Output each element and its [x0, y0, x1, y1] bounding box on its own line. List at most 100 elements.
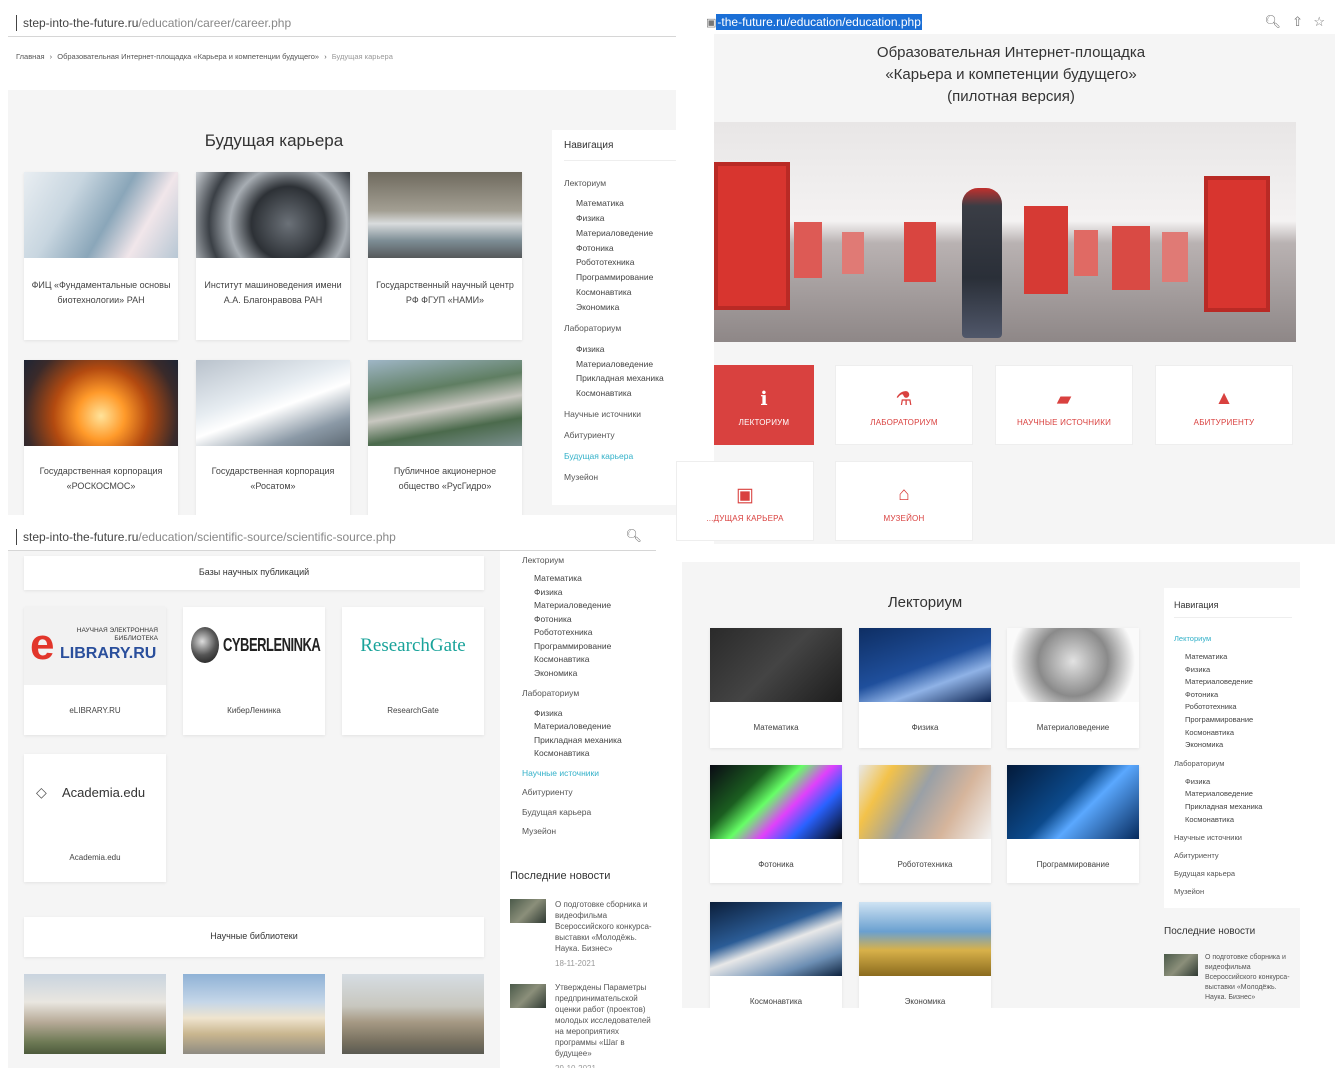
nav-item[interactable]: Абитуриенту [522, 787, 573, 797]
nav-item[interactable]: Математика [534, 573, 582, 583]
tile-future-career[interactable]: ▣ ...ДУЩАЯ КАРЬЕРА [676, 461, 814, 541]
career-card[interactable]: Институт машиноведения имени А.А. Благон… [196, 172, 350, 340]
nav-item[interactable]: Физика [576, 344, 605, 354]
tile-laboratorium[interactable]: ⚗ ЛАБОРАТОРИУМ [835, 365, 973, 445]
zoom-icon[interactable]: 🔍︎ [625, 528, 642, 544]
nav-item[interactable]: Материаловедение [1185, 677, 1253, 686]
library-photo[interactable] [24, 974, 166, 1054]
star-icon[interactable]: ☆ [1313, 14, 1325, 30]
nav-item[interactable]: Экономика [534, 668, 577, 678]
nav-item[interactable]: Фотоника [576, 243, 614, 253]
nav-item-active[interactable]: Лекториум [1174, 634, 1211, 643]
nav-item[interactable]: Абитуриенту [564, 430, 615, 440]
nav-item[interactable]: Абитуриенту [1174, 851, 1219, 860]
nav-item[interactable]: Космонавтика [534, 654, 590, 664]
nav-item[interactable]: Экономика [1185, 740, 1223, 749]
nav-item[interactable]: Экономика [576, 302, 619, 312]
nav-item[interactable]: Лекториум [564, 178, 606, 188]
nav-item[interactable]: Физика [534, 708, 563, 718]
nav-item[interactable]: Лабораториум [564, 323, 621, 333]
nav-item[interactable]: Программирование [1185, 715, 1253, 724]
nav-item[interactable]: Материаловедение [1185, 789, 1253, 798]
lecture-card[interactable]: Математика [710, 628, 842, 748]
nav-item[interactable]: Материаловедение [576, 359, 653, 369]
nav-item[interactable]: Робототехника [534, 627, 592, 637]
breadcrumb-section[interactable]: Образовательная Интернет-площадка «Карье… [57, 52, 319, 61]
address-bar[interactable]: step-into-the-future.ru/education/scient… [8, 524, 656, 551]
nav-item[interactable]: Материаловедение [534, 600, 611, 610]
nav-item[interactable]: Фотоника [534, 614, 572, 624]
library-photo[interactable] [342, 974, 484, 1054]
nav-item[interactable]: Физика [576, 213, 605, 223]
nav-item[interactable]: Научные источники [1174, 833, 1242, 842]
nav-item[interactable]: Физика [1185, 665, 1210, 674]
library-photo[interactable] [183, 974, 325, 1054]
nav-item[interactable]: Программирование [576, 272, 653, 282]
nav-item[interactable]: Физика [1185, 777, 1210, 786]
source-card-researchgate[interactable]: ResearchGate ResearchGate [342, 607, 484, 735]
address-bar[interactable]: step-into-the-future.ru/education/career… [8, 10, 716, 37]
nav-item[interactable]: Робототехника [576, 257, 634, 267]
news-item[interactable]: О подготовке сборника и видеофильма Всер… [1205, 953, 1299, 1003]
url-text[interactable]: step-into-the-future.ru/education/scient… [23, 530, 396, 544]
lecture-card[interactable]: Экономика [859, 902, 991, 1008]
nav-item[interactable]: Фотоника [1185, 690, 1218, 699]
nav-item[interactable]: Программирование [534, 641, 611, 651]
nav-item[interactable]: Будущая карьера [1174, 869, 1235, 878]
career-card[interactable]: Государственная корпорация «РОСКОСМОС» [24, 360, 178, 515]
nav-item[interactable]: Материаловедение [576, 228, 653, 238]
career-card[interactable]: Государственный научный центр РФ ФГУП «Н… [368, 172, 522, 340]
nav-item-active[interactable]: Будущая карьера [564, 451, 633, 461]
nav-item[interactable]: Музейон [522, 826, 556, 836]
tile-scientific-sources[interactable]: ▰ НАУЧНЫЕ ИСТОЧНИКИ [995, 365, 1133, 445]
news-thumbnail[interactable] [510, 984, 546, 1008]
nav-item[interactable]: Музейон [564, 472, 598, 482]
nav-item[interactable]: Будущая карьера [522, 807, 591, 817]
nav-item[interactable]: Космонавтика [1185, 728, 1234, 737]
career-card[interactable]: Публичное акционерное общество «РусГидро… [368, 360, 522, 515]
nav-item[interactable]: Космонавтика [1185, 815, 1234, 824]
nav-item[interactable]: Прикладная механика [576, 373, 664, 383]
lecture-card[interactable]: Физика [859, 628, 991, 748]
url-text[interactable]: step-into-the-future.ru/education/career… [23, 16, 291, 30]
lecture-card[interactable]: Космонавтика [710, 902, 842, 1008]
nav-item[interactable]: Математика [576, 198, 624, 208]
tile-applicant[interactable]: ▲ АБИТУРИЕНТУ [1155, 365, 1293, 445]
nav-item[interactable]: Физика [534, 587, 563, 597]
nav-item[interactable]: Лабораториум [1174, 759, 1224, 768]
career-card[interactable]: Государственная корпорация «Росатом» [196, 360, 350, 515]
nav-item[interactable]: Лабораториум [522, 688, 579, 698]
source-card-elibrary[interactable]: e НАУЧНАЯ ЭЛЕКТРОННАЯ БИБЛИОТЕКА LIBRARY… [24, 607, 166, 735]
lecture-card[interactable]: Программирование [1007, 765, 1139, 883]
news-item[interactable]: О подготовке сборника и видеофильма Всер… [555, 899, 655, 969]
career-card[interactable]: ФИЦ «Фундаментальные основы биотехнологи… [24, 172, 178, 340]
source-card-cyberleninka[interactable]: CYBERLENINKA КиберЛенинка [183, 607, 325, 735]
nav-item[interactable]: Музейон [1174, 887, 1204, 896]
nav-item[interactable]: Космонавтика [576, 388, 632, 398]
nav-item[interactable]: Лекториум [522, 555, 564, 565]
news-thumbnail[interactable] [1164, 954, 1198, 976]
url-selected-text[interactable]: -the-future.ru/education/education.php [716, 14, 922, 30]
lecture-card[interactable]: Материаловедение [1007, 628, 1139, 748]
breadcrumb-home[interactable]: Главная [16, 52, 45, 61]
nav-item[interactable]: Робототехника [1185, 702, 1237, 711]
nav-item[interactable]: Космонавтика [576, 287, 632, 297]
nav-item[interactable]: Прикладная механика [1185, 802, 1262, 811]
nav-item[interactable]: Прикладная механика [534, 735, 622, 745]
nav-item[interactable]: Материаловедение [534, 721, 611, 731]
nav-item-active[interactable]: Научные источники [522, 768, 599, 778]
address-bar[interactable]: ▣ -the-future.ru/education/education.php… [676, 10, 1335, 34]
lecture-card[interactable]: Фотоника [710, 765, 842, 883]
nav-item[interactable]: Космонавтика [534, 748, 590, 758]
tile-lectorium[interactable]: ℹ ЛЕКТОРИУМ [714, 365, 814, 445]
nav-item[interactable]: Научные источники [564, 409, 641, 419]
news-thumbnail[interactable] [510, 899, 546, 923]
door [1074, 230, 1098, 276]
share-icon[interactable]: ⇧ [1292, 14, 1303, 30]
zoom-icon[interactable]: 🔍︎ [1264, 14, 1281, 30]
lecture-card[interactable]: Робототехника [859, 765, 991, 883]
news-item[interactable]: Утверждены Параметры предпринимательской… [555, 982, 655, 1068]
nav-item[interactable]: Математика [1185, 652, 1227, 661]
source-card-academia[interactable]: ◇ Academia.edu Academia.edu [24, 754, 166, 882]
tile-museum[interactable]: ⌂ МУЗЕЙОН [835, 461, 973, 541]
